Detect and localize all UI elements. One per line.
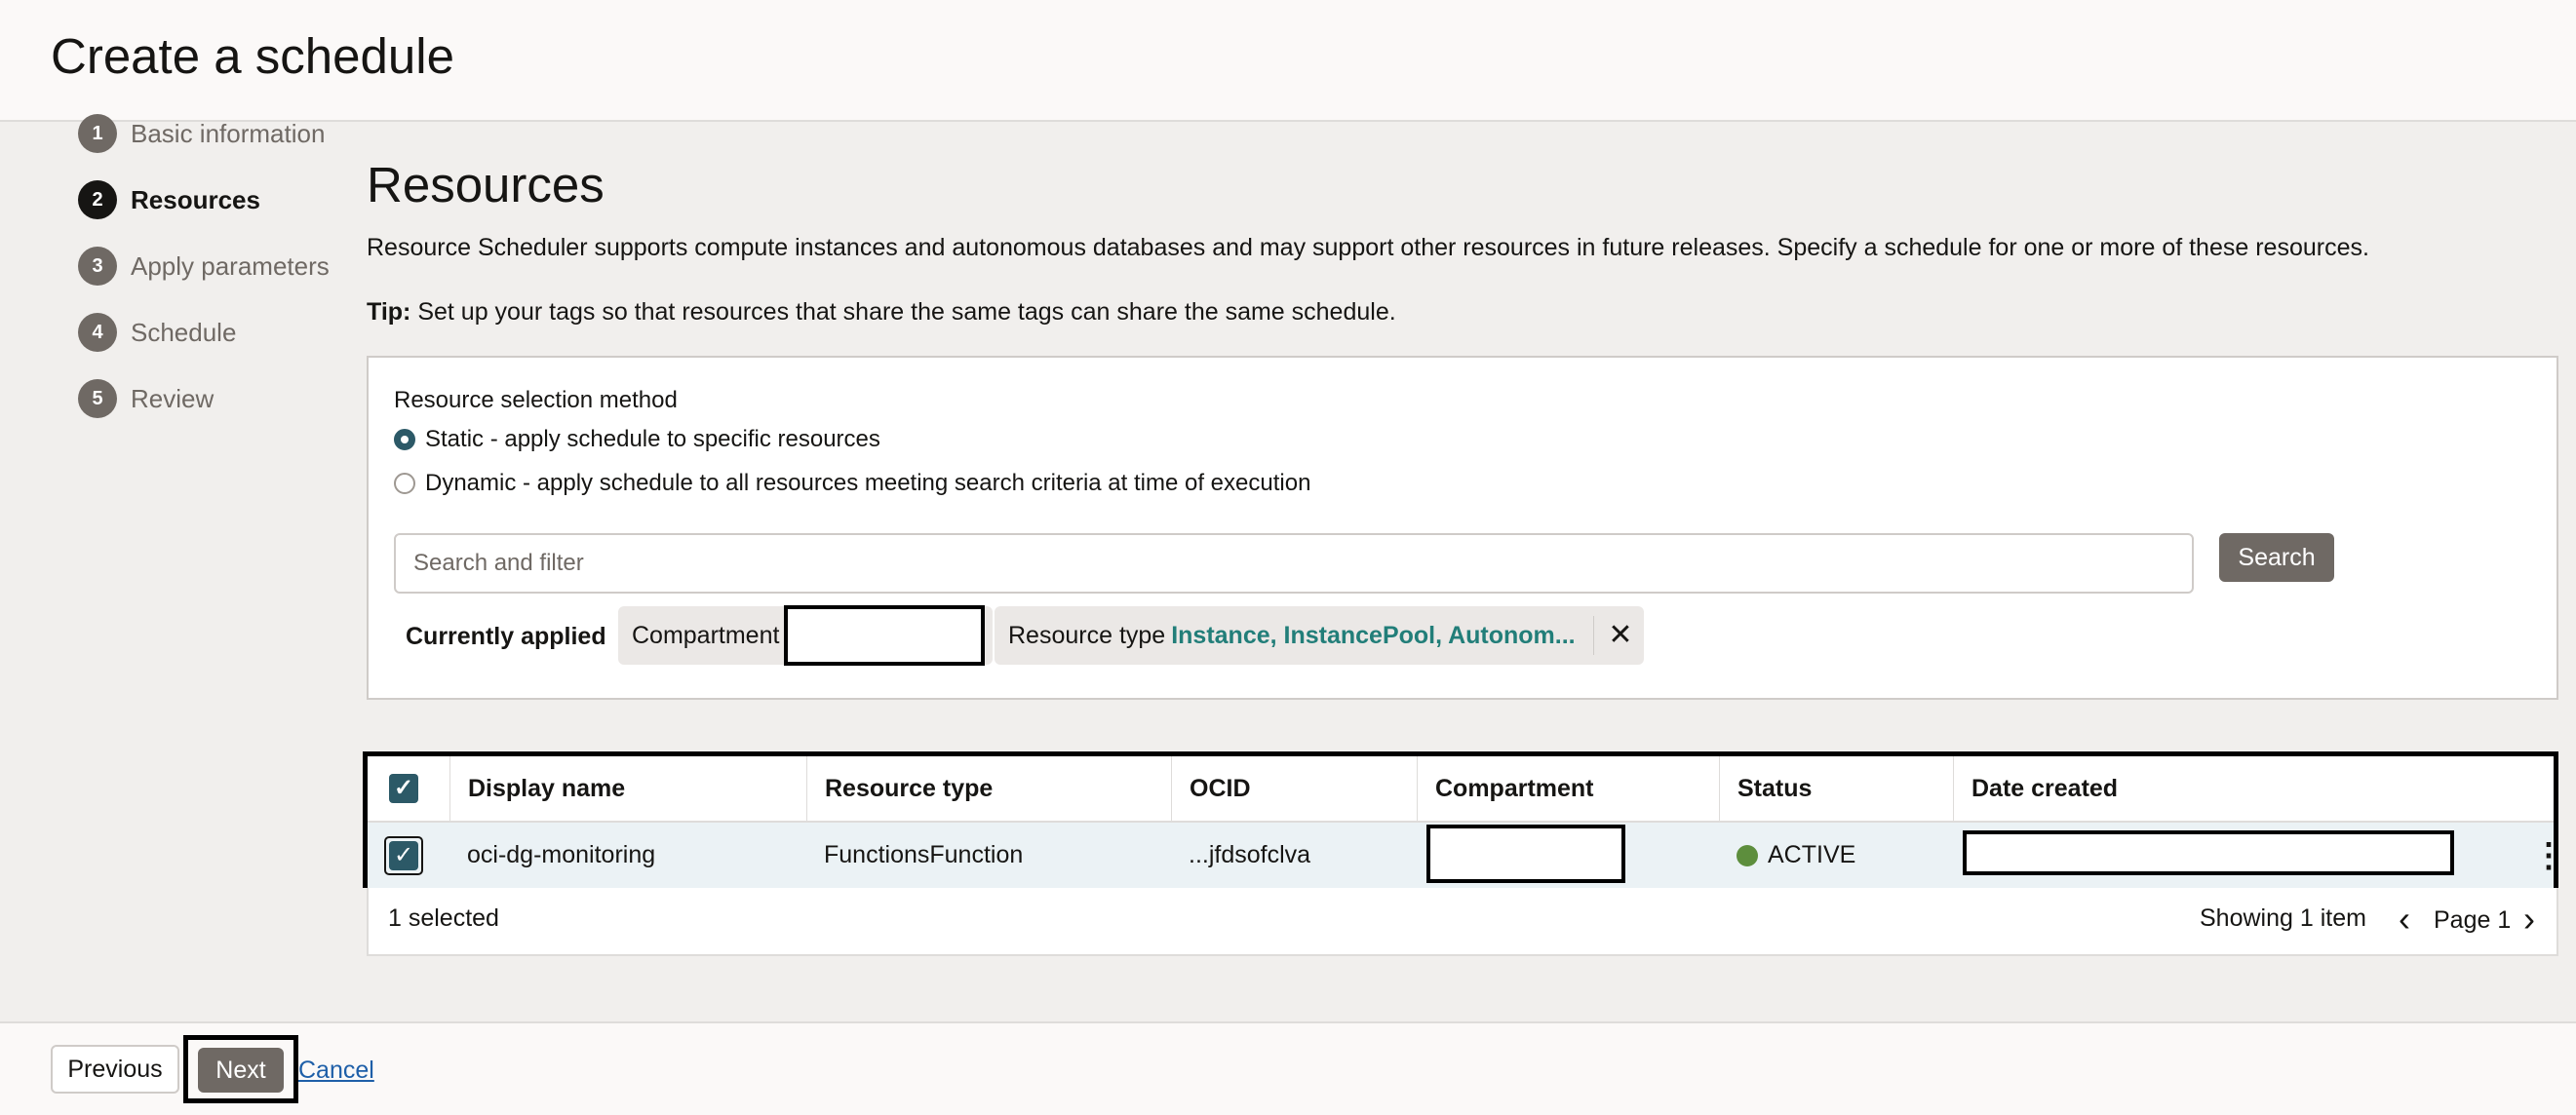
currently-applied-label: Currently applied	[406, 623, 606, 650]
page-title: Create a schedule	[51, 28, 454, 84]
cell-compartment	[1417, 823, 1719, 888]
filter-chip-resource-type[interactable]: Resource type Instance, InstancePool, Au…	[995, 606, 1644, 665]
column-header-display-name[interactable]: Display name	[449, 756, 806, 821]
step-resources[interactable]: 2 Resources	[78, 180, 260, 219]
section-description: Resource Scheduler supports compute inst…	[367, 234, 2369, 261]
next-button[interactable]: Next	[198, 1048, 284, 1093]
chip-label: Compartment	[632, 621, 780, 649]
cancel-link[interactable]: Cancel	[298, 1057, 374, 1085]
showing-count: Showing 1 item	[2200, 904, 2366, 932]
next-button-frame: Next	[183, 1035, 298, 1103]
row-checkbox[interactable]: ✓	[384, 835, 423, 875]
cell-resource-type: FunctionsFunction	[824, 841, 1024, 868]
radio-static[interactable]: Static - apply schedule to specific reso…	[394, 426, 880, 453]
previous-button[interactable]: Previous	[51, 1045, 179, 1094]
wizard-footer: Previous Next Cancel	[0, 1021, 2576, 1115]
redacted-compartment	[784, 605, 985, 666]
step-label: Resources	[131, 184, 260, 214]
select-all-checkbox[interactable]: ✓	[389, 774, 418, 803]
cell-date-created	[1953, 823, 2518, 888]
step-label: Review	[131, 383, 215, 413]
selection-method-label: Resource selection method	[394, 387, 678, 413]
column-header-status[interactable]: Status	[1719, 756, 1953, 821]
resources-table: ✓ Display name Resource type OCID Compar…	[363, 751, 2565, 888]
chevron-left-icon[interactable]: ‹	[2399, 900, 2410, 939]
step-review[interactable]: 5 Review	[78, 379, 214, 418]
radio-dynamic[interactable]: Dynamic - apply schedule to all resource…	[394, 470, 1310, 497]
step-number: 5	[78, 379, 117, 418]
step-number: 3	[78, 247, 117, 286]
chip-label: Resource type	[1008, 621, 1166, 649]
section-title: Resources	[367, 157, 605, 212]
step-label: Basic information	[131, 118, 326, 148]
column-header-resource-type[interactable]: Resource type	[806, 756, 1171, 821]
step-number: 4	[78, 313, 117, 352]
radio-button-checked[interactable]	[394, 429, 415, 450]
cell-display-name: oci-dg-monitoring	[467, 841, 656, 868]
radio-button[interactable]	[394, 473, 415, 494]
radio-label: Static - apply schedule to specific reso…	[425, 426, 880, 452]
tip-body: Set up your tags so that resources that …	[410, 298, 1396, 326]
cell-ocid: ...jfdsofclva	[1189, 841, 1311, 868]
chip-divider	[1593, 616, 1594, 655]
redacted-date-created	[1963, 830, 2454, 875]
selected-count: 1 selected	[388, 904, 499, 932]
step-number: 1	[78, 114, 117, 153]
close-icon[interactable]: ✕	[1605, 620, 1636, 651]
step-number: 2	[78, 180, 117, 219]
filter-chip-compartment[interactable]: Compartment	[618, 605, 993, 666]
page-header: Create a schedule	[0, 0, 2576, 122]
redacted-compartment-cell	[1426, 825, 1625, 883]
column-header-date-created[interactable]: Date created	[1953, 756, 2554, 821]
resource-selection-panel: Resource selection method Static - apply…	[367, 356, 2558, 700]
row-select-cell[interactable]: ✓	[368, 823, 449, 888]
check-icon: ✓	[389, 840, 418, 870]
table-header: ✓ Display name Resource type OCID Compar…	[368, 756, 2554, 823]
step-apply-parameters[interactable]: 3 Apply parameters	[78, 247, 330, 286]
cell-status: ACTIVE	[1719, 823, 1953, 888]
step-basic-information[interactable]: 1 Basic information	[78, 114, 325, 153]
column-header-compartment[interactable]: Compartment	[1417, 756, 1719, 821]
chevron-right-icon[interactable]: ›	[2523, 900, 2535, 939]
page-number: Page 1	[2434, 906, 2512, 934]
status-text: ACTIVE	[1768, 841, 1856, 868]
tip-label: Tip:	[367, 298, 411, 326]
step-schedule[interactable]: 4 Schedule	[78, 313, 236, 352]
table-footer: 1 selected Showing 1 item ‹ Page 1 ›	[367, 888, 2558, 956]
step-label: Apply parameters	[131, 250, 330, 281]
chip-value: Instance, InstancePool, Autonom...	[1171, 621, 1576, 649]
table-row[interactable]: ✓ oci-dg-monitoring FunctionsFunction ..…	[368, 823, 2565, 888]
row-actions-kebab-icon[interactable]: ⋮	[2532, 836, 2565, 875]
search-input[interactable]	[394, 533, 2194, 594]
search-button[interactable]: Search	[2219, 533, 2334, 582]
radio-label: Dynamic - apply schedule to all resource…	[425, 470, 1311, 496]
tip-text: Tip: Set up your tags so that resources …	[367, 298, 1396, 327]
select-all-cell[interactable]: ✓	[368, 756, 449, 821]
status-active-dot	[1737, 844, 1758, 866]
step-label: Schedule	[131, 317, 237, 347]
column-header-ocid[interactable]: OCID	[1171, 756, 1417, 821]
